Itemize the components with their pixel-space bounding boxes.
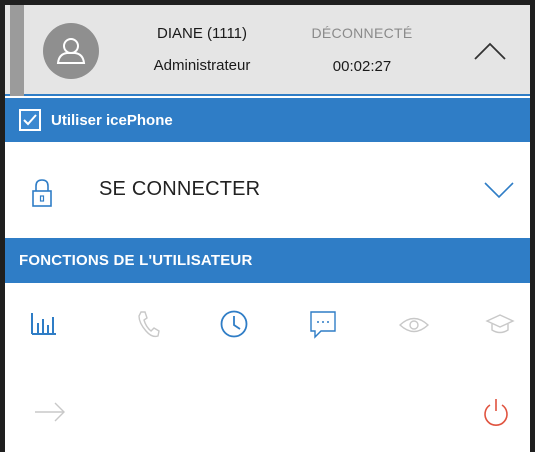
use-icephone-label: Utiliser icePhone (51, 111, 173, 129)
use-icephone-checkbox[interactable] (19, 109, 41, 131)
user-role: Administrateur (153, 57, 251, 74)
bottom-actions (5, 373, 530, 452)
chat-icon[interactable] (308, 309, 338, 341)
use-icephone-toggle[interactable]: Utiliser icePhone (5, 98, 530, 142)
arrow-right-icon[interactable] (33, 401, 67, 423)
statistics-icon[interactable] (29, 309, 57, 337)
power-icon[interactable] (481, 397, 511, 429)
clock-icon[interactable] (219, 309, 249, 339)
user-functions-title: FONCTIONS DE L'UTILISATEUR (19, 252, 253, 269)
user-functions-icons (5, 283, 530, 373)
lock-icon (32, 179, 52, 207)
drag-handle[interactable] (10, 5, 24, 96)
connection-status: DÉCONNECTÉ (311, 25, 413, 41)
icephone-panel: DIANE (1111) Administrateur DÉCONNECTÉ 0… (0, 0, 535, 452)
checkmark-icon (23, 114, 37, 126)
user-header: DIANE (1111) Administrateur DÉCONNECTÉ 0… (5, 5, 530, 96)
chevron-down-icon[interactable] (483, 180, 515, 200)
connect-label: SE CONNECTER (99, 178, 261, 200)
connect-row[interactable]: SE CONNECTER (5, 142, 530, 238)
user-functions-header: FONCTIONS DE L'UTILISATEUR (5, 238, 530, 283)
user-avatar-icon (43, 23, 99, 79)
collapse-button[interactable] (465, 31, 515, 71)
eye-icon[interactable] (398, 316, 430, 334)
chevron-up-icon (474, 42, 506, 60)
user-name: DIANE (1111) (156, 25, 248, 42)
phone-icon[interactable] (135, 309, 161, 339)
graduation-cap-icon[interactable] (485, 313, 515, 337)
session-timer: 00:02:27 (332, 58, 392, 75)
